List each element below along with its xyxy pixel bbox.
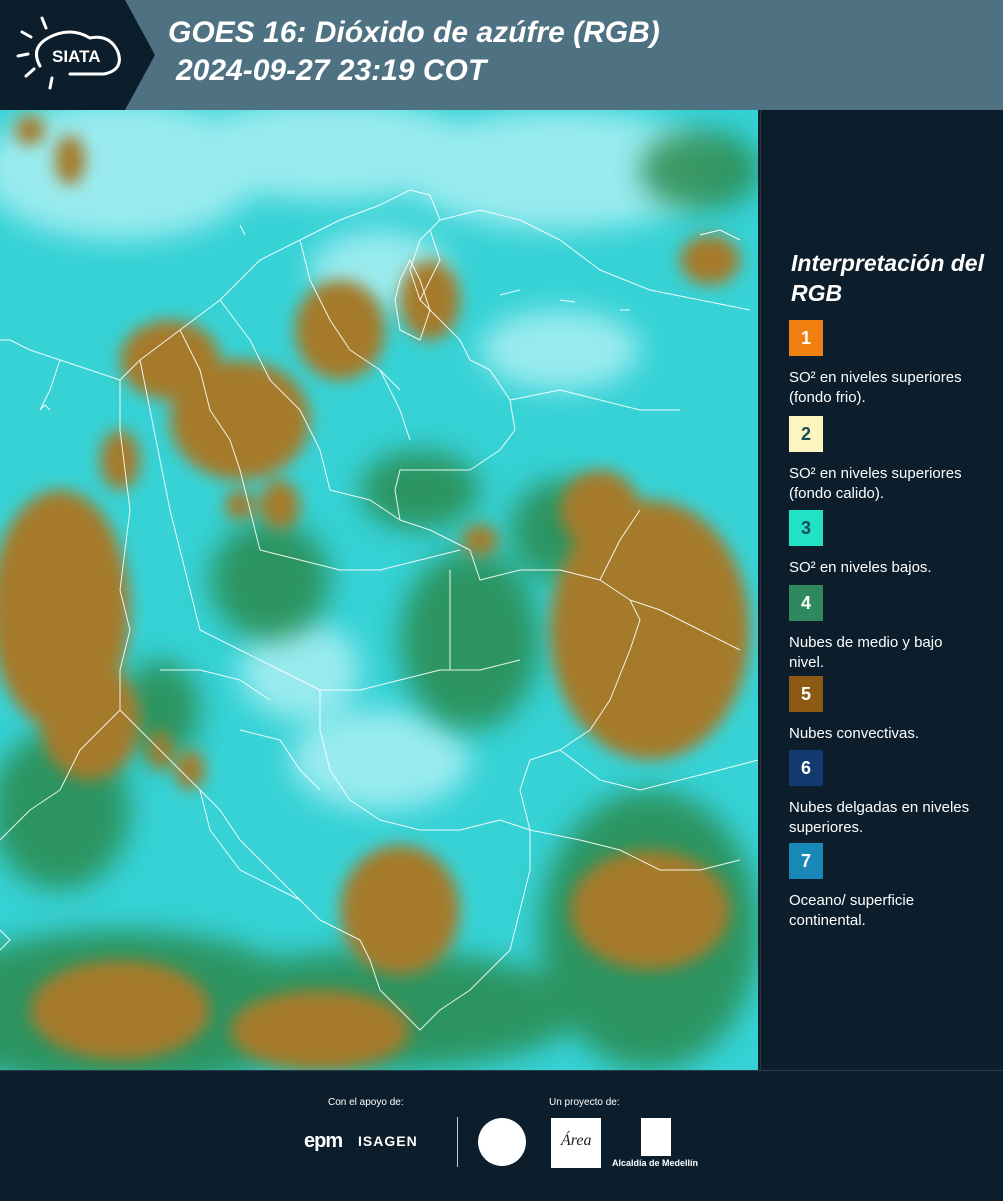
title-line-2: 2024-09-27 23:19 COT (176, 54, 487, 87)
legend-text-1: SO² en niveles superiores (fondo frio). (789, 369, 962, 406)
legend-item-1: 1 SO² en niveles superiores (fondo frio)… (789, 320, 989, 408)
siata-logo: SIATA (0, 0, 155, 110)
legend-text-7: Oceano/ superficie continental. (789, 892, 915, 929)
project-label: Un proyecto de: (549, 1097, 620, 1108)
legend-item-7: 7 Oceano/ superficie continental. (789, 843, 989, 931)
medellin-seal-icon (478, 1118, 526, 1166)
legend-text-2: SO² en niveles superiores (fondo calido)… (789, 465, 962, 502)
legend-item-4: 4 Nubes de medio y bajo nivel. (789, 585, 989, 673)
legend-swatch-7: 7 (789, 843, 823, 879)
satellite-map (0, 110, 758, 1070)
legend-text-5: Nubes convectivas. (789, 725, 920, 742)
area-metropolitana-logo: Área (551, 1118, 601, 1168)
legend-item-3: 3 SO² en niveles bajos. (789, 510, 989, 578)
support-label: Con el apoyo de: (328, 1097, 404, 1108)
legend-text-6: Nubes delgadas en niveles superiores. (789, 799, 970, 836)
legend-item-5: 5 Nubes convectivas. (789, 676, 989, 744)
epm-logo: epm (304, 1130, 343, 1152)
alcaldia-label: Alcaldía de Medellín (612, 1158, 699, 1168)
rgb-satellite-image (0, 110, 758, 1070)
alcaldia-shield-icon (641, 1118, 671, 1156)
legend-swatch-5: 5 (789, 676, 823, 712)
footer-divider (457, 1117, 458, 1167)
legend-text-4: Nubes de medio y bajo nivel. (789, 634, 943, 671)
legend-swatch-1: 1 (789, 320, 823, 356)
title-line-1: GOES 16: Dióxido de azúfre (RGB) (168, 16, 660, 49)
legend-title: Interpretación del RGB (791, 250, 984, 306)
isagen-logo: ISAGEN (358, 1133, 418, 1149)
legend-swatch-6: 6 (789, 750, 823, 786)
logo-text: SIATA (52, 47, 100, 66)
legend-item-2: 2 SO² en niveles superiores (fondo calid… (789, 416, 989, 504)
legend-swatch-4: 4 (789, 585, 823, 621)
header: SIATA GOES 16: Dióxido de azúfre (RGB) 2… (0, 0, 1003, 110)
legend-swatch-2: 2 (789, 416, 823, 452)
legend-item-6: 6 Nubes delgadas en niveles superiores. (789, 750, 989, 838)
legend-panel: Interpretación del RGB 1 SO² en niveles … (760, 110, 1003, 1070)
legend-text-3: SO² en niveles bajos. (789, 559, 932, 576)
legend-swatch-3: 3 (789, 510, 823, 546)
page-title: GOES 16: Dióxido de azúfre (RGB) 2024-09… (168, 14, 660, 90)
